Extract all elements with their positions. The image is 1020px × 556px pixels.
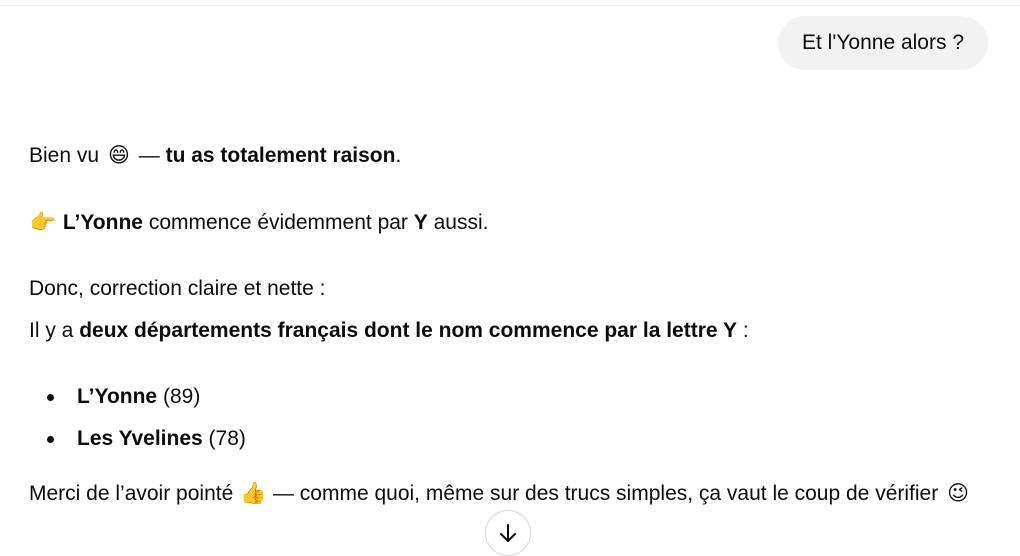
user-message-text: Et l'Yonne alors ? [801,31,964,54]
grinning-face-emoji-icon: 😄 [107,143,130,167]
departments-list: L’Yonne (89) Les Yvelines (78) [29,376,994,460]
list-item: L’Yonne (89) [29,376,994,418]
bullet-icon [47,394,54,401]
bullet-icon [47,436,54,443]
reply-line-1: Bien vu 😄 — tu as totalement raison. [29,134,994,177]
pointing-right-emoji-icon: 👉 [29,210,57,234]
top-divider [0,0,1020,6]
reply-line-2: 👉 L’Yonne commence évidemment par Y auss… [29,201,994,244]
reply-line-3: Donc, correction claire et nette : [29,277,326,300]
list-item: Les Yvelines (78) [29,418,994,460]
thumbs-up-emoji-icon: 👍 [240,481,267,505]
scroll-to-bottom-button[interactable] [485,510,531,556]
arrow-down-icon [500,524,516,542]
assistant-reply: Bien vu 😄 — tu as totalement raison. 👉 L… [29,134,994,515]
reply-line-4: Il y a deux départements français dont l… [29,319,749,342]
reply-line-5: Merci de l’avoir pointé 👍 — comme quoi, … [29,472,994,515]
winking-face-emoji-icon: 😉 [947,481,970,505]
user-message-bubble: Et l'Yonne alors ? [777,16,988,70]
